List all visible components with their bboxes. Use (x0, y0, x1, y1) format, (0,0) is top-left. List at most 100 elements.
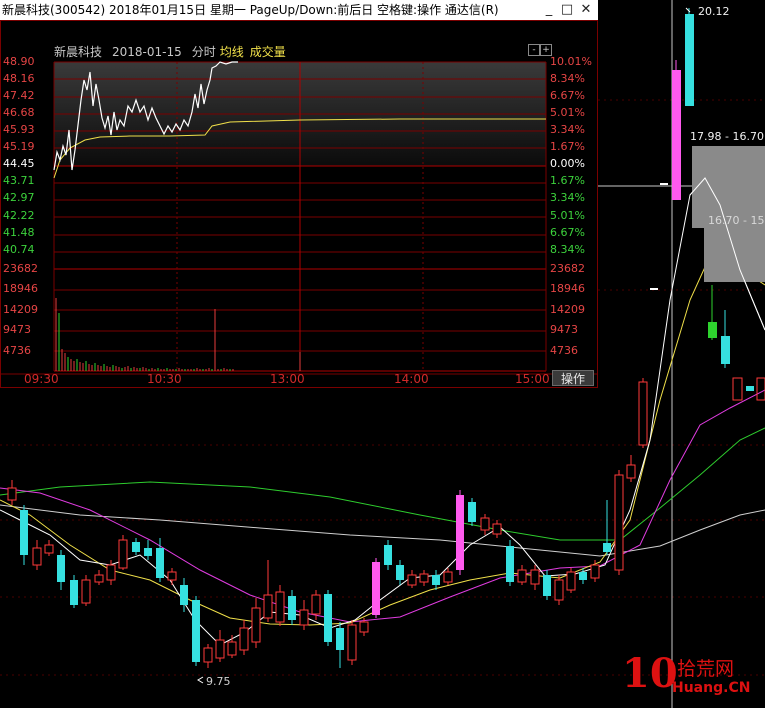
candle-body (192, 600, 200, 662)
candle-body (456, 495, 464, 570)
window-title: 新晨科技(300542) 2018年01月15日 星期一 PageUp/Down… (2, 3, 499, 17)
candle-body (579, 572, 587, 580)
price-label-left: 42.22 (3, 209, 35, 222)
candle-body (180, 585, 188, 605)
candle-body (626, 464, 636, 479)
intraday-chart (0, 61, 598, 375)
candle-body (517, 569, 527, 583)
candle-body (506, 546, 514, 582)
percent-label-right: 8.34% (550, 72, 585, 85)
price-label-left: 47.42 (3, 89, 35, 102)
candle-body (20, 510, 28, 555)
volume-label-left: 18946 (3, 282, 38, 295)
price-label-left: 48.16 (3, 72, 35, 85)
candle-body (566, 571, 576, 591)
candle-body (156, 548, 164, 578)
candle-green (708, 322, 717, 338)
maximize-button[interactable]: □ (558, 1, 576, 19)
candle-body (554, 579, 564, 601)
watermark-number: 10 (622, 650, 678, 697)
price-label-left: 48.90 (3, 55, 35, 68)
candle-body (81, 579, 91, 604)
candle-body (336, 628, 344, 650)
percent-label-right: 3.34% (550, 123, 585, 136)
candle-body (372, 562, 380, 615)
minimize-button[interactable]: _ (540, 1, 558, 19)
candle-body (203, 647, 213, 663)
volume-label-left: 4736 (3, 344, 31, 357)
candle-body (492, 523, 502, 535)
volume-label-right: 14209 (550, 303, 585, 316)
candle-body (419, 573, 429, 583)
candle-body (530, 569, 540, 585)
candle-body (324, 594, 332, 642)
candle-body (603, 543, 611, 552)
low-price-label: 9.75 (206, 675, 231, 688)
candle-body (132, 542, 140, 552)
price-label-left: 45.93 (3, 123, 35, 136)
candle-body (288, 596, 296, 620)
percent-label-right: 8.34% (550, 243, 585, 256)
percent-label-right: 1.67% (550, 174, 585, 187)
price-label-left: 44.45 (3, 157, 35, 170)
candle-body (251, 607, 261, 643)
candle-body (144, 548, 152, 556)
time-label: 09:30 (24, 372, 59, 386)
time-label: 13:00 (270, 372, 305, 386)
percent-label-right: 0.00% (550, 157, 585, 170)
price-label-left: 46.68 (3, 106, 35, 119)
volume-label-right: 4736 (550, 344, 578, 357)
price-label-left: 41.48 (3, 226, 35, 239)
high-price-label: 20.12 (698, 5, 730, 18)
percent-label-right: 5.01% (550, 209, 585, 222)
volume-bars (55, 298, 234, 371)
time-label: 15:00 (515, 372, 550, 386)
price-label-left: 42.97 (3, 191, 35, 204)
range-label-top: 17.98 - 16.70 (690, 130, 764, 143)
watermark-text: 拾荒网 (677, 658, 735, 680)
candle-limit-up (672, 70, 681, 200)
candle-body (432, 575, 440, 585)
candle-body (70, 580, 78, 605)
candle-body (614, 474, 624, 571)
candle-body (7, 487, 17, 501)
time-label: 10:30 (147, 372, 182, 386)
candle-body (347, 624, 357, 661)
volume-label-left: 23682 (3, 262, 38, 275)
candle-up (756, 377, 765, 401)
window-titlebar[interactable]: 新晨科技(300542) 2018年01月15日 星期一 PageUp/Down… (0, 0, 598, 20)
candle-body (263, 594, 273, 619)
candle-body (443, 571, 453, 583)
operation-button[interactable]: 操作 (552, 370, 594, 386)
candle-body (407, 574, 417, 586)
watermark-url: Huang.CN (672, 680, 751, 696)
close-button[interactable]: ✕ (577, 1, 595, 19)
percent-label-right: 1.67% (550, 140, 585, 153)
volume-label-right: 18946 (550, 282, 585, 295)
candle-body (106, 564, 116, 581)
candle-body (94, 574, 104, 583)
price-label-left: 43.71 (3, 174, 35, 187)
candle-body (396, 565, 404, 580)
candlesticks (7, 378, 648, 668)
candle-body (638, 381, 648, 446)
candle-body (480, 517, 490, 531)
percent-label-right: 5.01% (550, 106, 585, 119)
percent-label-right: 3.34% (550, 191, 585, 204)
candle-body (359, 621, 369, 633)
time-label: 14:00 (394, 372, 429, 386)
candle-body (299, 609, 309, 626)
candle-dash (650, 288, 658, 290)
range-label-mid: 16.70 - 15 (708, 214, 765, 227)
candle-doji (746, 386, 754, 391)
candle-body (275, 591, 285, 623)
candle-body (215, 639, 225, 659)
candle-body (468, 502, 476, 522)
candle-body (384, 545, 392, 565)
candle-body (543, 575, 551, 596)
candle-body (32, 547, 42, 566)
ma-white-long-line (0, 504, 765, 557)
percent-label-right: 6.67% (550, 226, 585, 239)
candle-body (311, 594, 321, 615)
price-label-left: 40.74 (3, 243, 35, 256)
